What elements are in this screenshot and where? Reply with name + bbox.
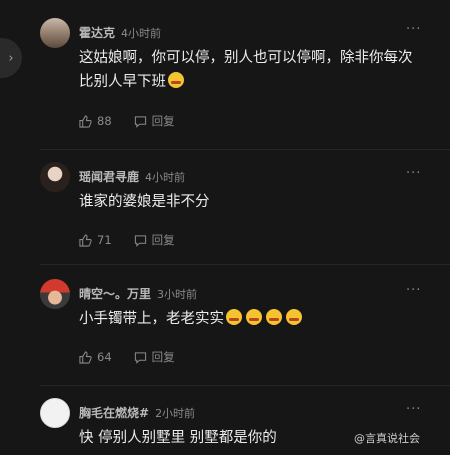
avatar[interactable] (40, 18, 70, 48)
comment-time: 2小时前 (155, 407, 196, 420)
comment-bubble-icon (134, 115, 147, 128)
comment-text: 快 停别人别墅里 别墅都是你的 (79, 430, 277, 446)
comment-username[interactable]: 瑶闻君寻鹿 4小时前 (79, 168, 185, 185)
comment-text: 谁家的婆娘是非不分 (79, 194, 210, 210)
comment-actions: 71 回复 (79, 232, 175, 248)
thumbs-up-icon (79, 114, 92, 128)
comment-item: 胸毛在燃烧# 2小时前 ··· 快 停别人别墅里 别墅都是你的 (0, 398, 450, 455)
comment-time: 3小时前 (157, 288, 198, 301)
like-button[interactable]: 71 (79, 233, 112, 247)
avatar[interactable] (40, 162, 70, 192)
comment-bubble-icon (134, 351, 147, 364)
divider (40, 149, 450, 150)
comment-text: 小手镯带上，老老实实 (79, 307, 419, 331)
comment-text: 这姑娘啊，你可以停，别人也可以停啊，除非你每次比别人早下班 (79, 50, 413, 90)
reply-button[interactable]: 回复 (134, 349, 175, 365)
watermark: @言真说社会 (354, 432, 420, 445)
reply-label: 回复 (151, 233, 175, 247)
avatar[interactable] (40, 398, 70, 428)
laughing-emoji-icon (226, 309, 242, 325)
like-count: 71 (97, 233, 112, 247)
more-options-icon[interactable]: ··· (406, 166, 421, 181)
comment-bubble-icon (134, 234, 147, 247)
comment-username[interactable]: 霍达克 4小时前 (79, 24, 161, 41)
divider (40, 264, 450, 265)
laughing-emoji-icon (168, 72, 184, 88)
comment-item: 瑶闻君寻鹿 4小时前 ··· 谁家的婆娘是非不分 71 回复 (0, 162, 450, 252)
comment-username[interactable]: 晴空～。万里 3小时前 (79, 285, 197, 302)
reply-button[interactable]: 回复 (134, 232, 175, 248)
laughing-emoji-icon (266, 309, 282, 325)
comment-time: 4小时前 (121, 27, 162, 40)
more-options-icon[interactable]: ··· (406, 22, 421, 37)
laughing-emoji-icon (286, 309, 302, 325)
more-options-icon[interactable]: ··· (406, 283, 421, 298)
reply-button[interactable]: 回复 (134, 113, 175, 129)
more-options-icon[interactable]: ··· (406, 402, 421, 417)
comment-username[interactable]: 胸毛在燃烧# 2小时前 (79, 404, 195, 421)
comment-time: 4小时前 (145, 171, 186, 184)
divider (40, 385, 450, 386)
comment-actions: 88 回复 (79, 113, 175, 129)
like-button[interactable]: 64 (79, 350, 112, 364)
like-button[interactable]: 88 (79, 114, 112, 128)
thumbs-up-icon (79, 350, 92, 364)
like-count: 64 (97, 350, 112, 364)
comment-item: 晴空～。万里 3小时前 ··· 小手镯带上，老老实实 64 回复 (0, 279, 450, 374)
avatar[interactable] (40, 279, 70, 309)
comment-actions: 64 回复 (79, 349, 175, 365)
reply-label: 回复 (151, 114, 175, 128)
reply-label: 回复 (151, 350, 175, 364)
like-count: 88 (97, 114, 112, 128)
thumbs-up-icon (79, 233, 92, 247)
comment-item: 霍达克 4小时前 ··· 这姑娘啊，你可以停，别人也可以停啊，除非你每次比别人早下… (0, 18, 450, 138)
laughing-emoji-icon (246, 309, 262, 325)
